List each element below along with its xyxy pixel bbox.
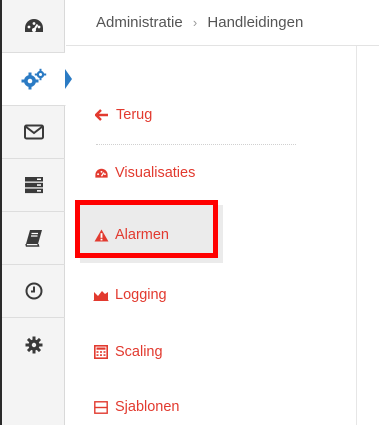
submenu-item-alarmen[interactable]: Alarmen <box>93 227 169 243</box>
submenu-item-logging[interactable]: Logging <box>93 287 167 303</box>
back-label: Terug <box>116 107 153 123</box>
rail-item-settings[interactable] <box>2 53 66 106</box>
submenu-item-visualisaties[interactable]: Visualisaties <box>93 165 195 181</box>
breadcrumb-current: Handleidingen <box>207 14 304 31</box>
submenu-label-alarmen: Alarmen <box>115 227 169 243</box>
submenu-label-visualisaties: Visualisaties <box>115 165 196 181</box>
gear-icon <box>25 336 43 354</box>
template-icon <box>93 400 109 414</box>
arrow-left-icon <box>94 108 110 122</box>
rail-item-manuals[interactable] <box>2 212 65 265</box>
area-chart-icon <box>93 288 109 302</box>
breadcrumb: Administratie › Handleidingen <box>96 14 303 31</box>
server-icon <box>24 176 44 194</box>
rail-item-servers[interactable] <box>2 159 65 212</box>
rail-item-preferences[interactable] <box>2 318 65 371</box>
submenu-label-sjablonen: Sjablonen <box>115 399 180 415</box>
back-link[interactable]: Terug <box>94 107 152 123</box>
submenu-divider <box>356 46 357 425</box>
gears-icon <box>21 68 47 90</box>
breadcrumb-parent[interactable]: Administratie <box>96 14 183 31</box>
submenu-label-scaling: Scaling <box>115 344 163 360</box>
breadcrumb-separator: › <box>192 15 198 30</box>
clock-icon <box>25 282 43 300</box>
book-icon <box>24 229 43 247</box>
rail-item-dashboard[interactable] <box>2 0 65 53</box>
submenu-label-logging: Logging <box>115 287 167 303</box>
envelope-icon <box>23 124 44 140</box>
icon-rail <box>2 0 66 425</box>
page-header: Administratie › Handleidingen <box>66 0 379 46</box>
rail-item-history[interactable] <box>2 265 65 318</box>
warning-icon <box>93 228 109 242</box>
submenu-item-sjablonen[interactable]: Sjablonen <box>93 399 180 415</box>
settings-submenu: Terug Visualisaties Alarmen Logging Scal… <box>66 46 356 425</box>
dashboard-gauge-icon <box>93 166 109 180</box>
calculator-icon <box>93 345 109 359</box>
submenu-separator <box>96 144 296 145</box>
submenu-item-scaling[interactable]: Scaling <box>93 344 163 360</box>
rail-item-messages[interactable] <box>2 106 65 159</box>
dashboard-gauge-icon <box>23 17 45 35</box>
